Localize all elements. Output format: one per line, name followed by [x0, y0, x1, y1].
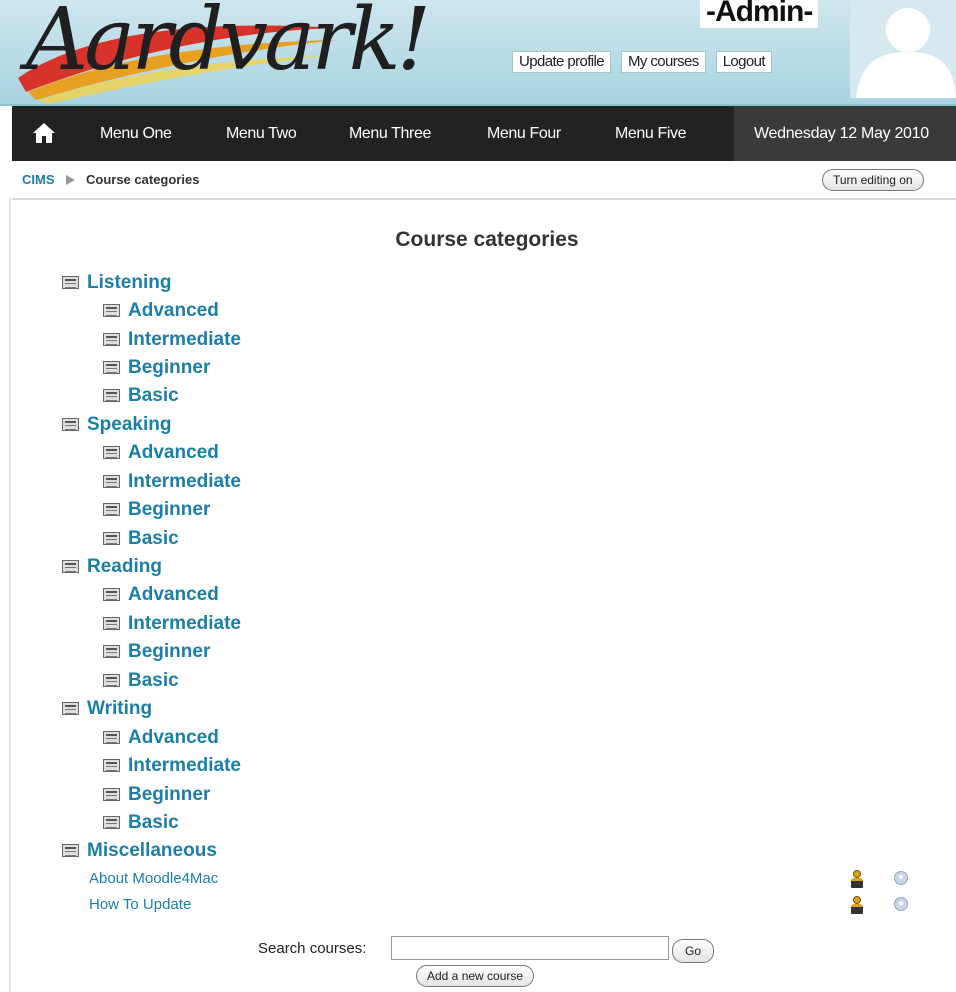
- nav-menu-one[interactable]: Menu One: [100, 106, 172, 161]
- subcategory-speaking-beginner[interactable]: Beginner: [103, 497, 210, 523]
- category-icon: [103, 731, 120, 744]
- subcategory-writing-advanced[interactable]: Advanced: [103, 725, 219, 751]
- category-icon: [103, 588, 120, 601]
- subcategory-label: Basic: [128, 670, 179, 691]
- subcategory-reading-beginner[interactable]: Beginner: [103, 639, 210, 665]
- subcategory-label: Basic: [128, 385, 179, 406]
- category-icon: [62, 844, 79, 857]
- category-label: Miscellaneous: [87, 840, 217, 861]
- subcategory-label: Intermediate: [128, 329, 241, 350]
- breadcrumb-current: Course categories: [86, 172, 200, 187]
- subcategory-label: Advanced: [128, 442, 219, 463]
- guest-access-icon[interactable]: [851, 896, 863, 914]
- update-profile-link[interactable]: Update profile: [512, 51, 611, 73]
- subcategory-writing-basic[interactable]: Basic: [103, 810, 179, 836]
- category-icon: [103, 475, 120, 488]
- subcategory-reading-basic[interactable]: Basic: [103, 668, 179, 694]
- category-icon: [103, 446, 120, 459]
- subcategory-speaking-intermediate[interactable]: Intermediate: [103, 469, 241, 495]
- turn-editing-on-button[interactable]: Turn editing on: [822, 169, 924, 191]
- category-icon: [103, 503, 120, 516]
- category-icon: [103, 674, 120, 687]
- course-info-icon[interactable]: [894, 871, 908, 885]
- subcategory-reading-advanced[interactable]: Advanced: [103, 582, 219, 608]
- page-title: Course categories: [395, 228, 579, 251]
- subcategory-label: Intermediate: [128, 755, 241, 776]
- search-courses-input[interactable]: [391, 936, 669, 960]
- category-icon: [103, 645, 120, 658]
- category-label: Listening: [87, 272, 172, 293]
- nav-menu-four[interactable]: Menu Four: [487, 106, 561, 161]
- breadcrumb: CIMS Course categories Turn editing on: [12, 162, 956, 200]
- category-icon: [62, 702, 79, 715]
- logo-text: Aardvark!: [26, 0, 431, 90]
- subcategory-label: Beginner: [128, 499, 211, 520]
- nav-menu-three[interactable]: Menu Three: [349, 106, 431, 161]
- category-icon: [103, 304, 120, 317]
- subcategory-label: Intermediate: [128, 613, 241, 634]
- subcategory-label: Advanced: [128, 584, 219, 605]
- search-go-button[interactable]: Go: [672, 939, 715, 963]
- category-label: Reading: [87, 556, 162, 577]
- current-date: Wednesday 12 May 2010: [734, 106, 956, 161]
- course-link-how-to-update[interactable]: How To Update: [89, 896, 191, 913]
- category-label: Speaking: [87, 414, 172, 435]
- subcategory-speaking-basic[interactable]: Basic: [103, 526, 179, 552]
- category-icon: [103, 759, 120, 772]
- guest-access-icon[interactable]: [851, 870, 863, 888]
- category-icon: [103, 389, 120, 402]
- category-icon: [103, 617, 120, 630]
- site-header: Aardvark! -Admin- Update profile My cour…: [0, 0, 956, 106]
- avatar[interactable]: [850, 0, 956, 98]
- admin-label: -Admin-: [700, 0, 819, 28]
- category-listening[interactable]: Listening: [62, 270, 171, 296]
- category-icon: [103, 816, 120, 829]
- nav-menu-two[interactable]: Menu Two: [226, 106, 297, 161]
- subcategory-label: Advanced: [128, 727, 219, 748]
- page-left-border: [9, 198, 11, 992]
- category-icon: [62, 560, 79, 573]
- subcategory-writing-intermediate[interactable]: Intermediate: [103, 753, 241, 779]
- user-links: Update profile My courses Logout: [512, 51, 772, 73]
- subcategory-writing-beginner[interactable]: Beginner: [103, 782, 210, 808]
- nav-menu-five[interactable]: Menu Five: [615, 106, 687, 161]
- subcategory-label: Beginner: [128, 641, 211, 662]
- subcategory-reading-intermediate[interactable]: Intermediate: [103, 611, 241, 637]
- subcategory-label: Intermediate: [128, 471, 241, 492]
- subcategory-listening-basic[interactable]: Basic: [103, 383, 179, 409]
- subcategory-label: Beginner: [128, 357, 211, 378]
- category-icon: [103, 532, 120, 545]
- my-courses-link[interactable]: My courses: [621, 51, 706, 73]
- breadcrumb-separator-icon: [66, 175, 75, 185]
- subcategory-label: Basic: [128, 528, 179, 549]
- category-icon: [103, 361, 120, 374]
- add-new-course-button[interactable]: Add a new course: [416, 965, 535, 987]
- user-silhouette-icon: [850, 0, 956, 98]
- category-writing[interactable]: Writing: [62, 696, 152, 722]
- category-icon: [62, 418, 79, 431]
- category-reading[interactable]: Reading: [62, 554, 162, 580]
- subcategory-label: Basic: [128, 812, 179, 833]
- category-miscellaneous[interactable]: Miscellaneous: [62, 838, 217, 864]
- course-link-about-moodle4mac[interactable]: About Moodle4Mac: [89, 870, 218, 887]
- main-navbar: Menu One Menu Two Menu Three Menu Four M…: [12, 106, 956, 161]
- breadcrumb-home-link[interactable]: CIMS: [22, 172, 55, 187]
- subcategory-label: Advanced: [128, 300, 219, 321]
- category-icon: [103, 333, 120, 346]
- subcategory-label: Beginner: [128, 784, 211, 805]
- category-icon: [62, 276, 79, 289]
- site-logo[interactable]: Aardvark!: [8, 0, 431, 104]
- subcategory-speaking-advanced[interactable]: Advanced: [103, 440, 219, 466]
- subcategory-listening-advanced[interactable]: Advanced: [103, 298, 219, 324]
- category-label: Writing: [87, 698, 153, 719]
- search-courses-label: Search courses:: [258, 940, 367, 957]
- subcategory-listening-beginner[interactable]: Beginner: [103, 355, 210, 381]
- course-info-icon[interactable]: [894, 897, 908, 911]
- category-speaking[interactable]: Speaking: [62, 412, 171, 438]
- category-icon: [103, 788, 120, 801]
- logout-link[interactable]: Logout: [715, 51, 772, 73]
- subcategory-listening-intermediate[interactable]: Intermediate: [103, 327, 241, 353]
- home-icon[interactable]: [32, 122, 56, 144]
